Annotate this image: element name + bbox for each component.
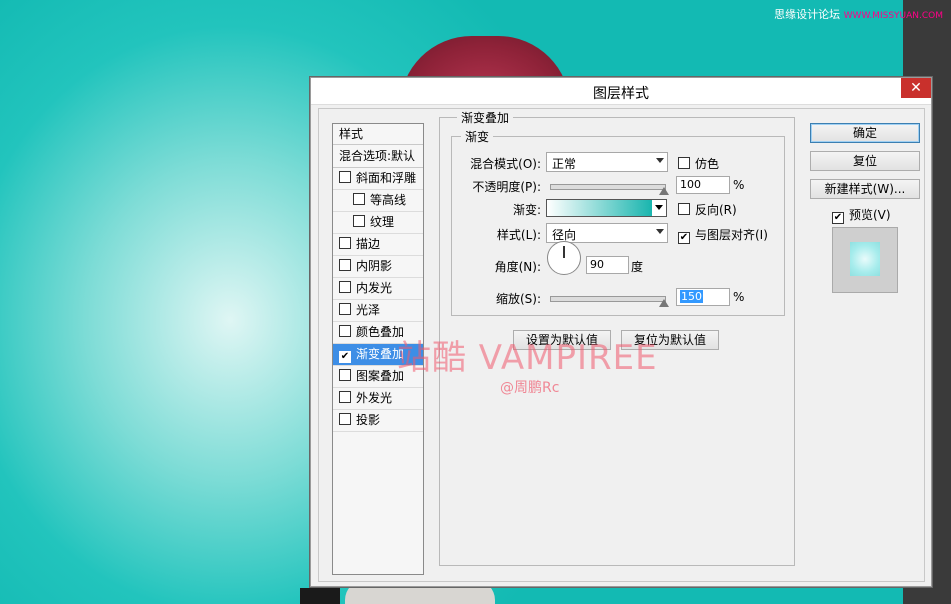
checkbox-icon[interactable] — [339, 391, 351, 403]
style-label: 样式(L): — [496, 228, 541, 242]
checkbox-icon[interactable] — [339, 281, 351, 293]
dialog-title: 图层样式 — [593, 86, 649, 102]
gradient-label: 渐变: — [512, 203, 541, 217]
style-list-item[interactable]: 光泽 — [333, 300, 423, 322]
opacity-input[interactable]: 100 — [676, 176, 730, 194]
style-list-item[interactable]: 外发光 — [333, 388, 423, 410]
blend-options-item[interactable]: 混合选项:默认 — [333, 145, 423, 168]
angle-dial[interactable] — [547, 241, 581, 275]
scale-slider[interactable] — [550, 296, 669, 307]
angle-label: 角度(N): — [494, 260, 541, 274]
style-list-item-label: 描边 — [356, 237, 381, 251]
checkbox-icon[interactable] — [353, 193, 365, 205]
style-list-item[interactable]: 描边 — [333, 234, 423, 256]
opacity-slider[interactable] — [550, 184, 669, 195]
checkbox-icon: ✔ — [832, 212, 844, 224]
scale-label: 缩放(S): — [495, 292, 541, 306]
style-list-item[interactable]: 投影 — [333, 410, 423, 432]
checkbox-icon[interactable] — [339, 303, 351, 315]
slider-thumb[interactable] — [659, 187, 669, 195]
ok-button[interactable]: 确定 — [810, 123, 920, 143]
style-list-header[interactable]: 样式 — [333, 124, 423, 145]
checkbox-icon[interactable] — [353, 215, 365, 227]
style-list-item[interactable]: 等高线 — [333, 190, 423, 212]
align-with-layer-checkbox[interactable]: ✔ 与图层对齐(I) — [678, 226, 768, 244]
slider-thumb[interactable] — [659, 299, 669, 307]
gradient-swatch[interactable] — [546, 199, 653, 217]
overlay-watermark-author: @周鹏Rc — [500, 380, 560, 396]
checkbox-icon — [678, 157, 690, 169]
gradient-group-title: 渐变 — [461, 128, 494, 145]
model-dark-clothing — [300, 588, 340, 604]
reset-button[interactable]: 复位 — [810, 151, 920, 171]
overlay-watermark: 站酷 VAMPIREE — [397, 338, 658, 378]
scale-input[interactable]: 150 — [676, 288, 730, 306]
checkbox-icon[interactable] — [339, 413, 351, 425]
new-style-button[interactable]: 新建样式(W)... — [810, 179, 920, 199]
scale-unit: % — [733, 290, 745, 304]
style-list-item[interactable]: 内阴影 — [333, 256, 423, 278]
style-select[interactable]: 径向 — [546, 223, 668, 243]
site-watermark: 思缘设计论坛 WWW.MISSYUAN.COM — [774, 8, 943, 21]
blend-mode-select[interactable]: 正常 — [546, 152, 668, 172]
blend-mode-label: 混合模式(O): — [470, 157, 541, 171]
gradient-picker-arrow[interactable] — [652, 199, 667, 217]
opacity-unit: % — [733, 178, 745, 192]
dialog-titlebar[interactable]: 图层样式 ✕ — [311, 78, 931, 105]
close-button[interactable]: ✕ — [901, 78, 931, 98]
checkbox-icon[interactable] — [339, 259, 351, 271]
section-title: 渐变叠加 — [457, 109, 514, 126]
style-preview-thumbnail — [832, 227, 898, 293]
checkbox-icon[interactable]: ✔ — [339, 351, 351, 363]
angle-unit: 度 — [631, 260, 644, 274]
checkbox-icon[interactable] — [339, 237, 351, 249]
angle-input[interactable]: 90 — [586, 256, 629, 274]
preview-checkbox[interactable]: ✔ 预览(V) — [832, 206, 891, 224]
style-list-item-label: 外发光 — [356, 391, 393, 405]
checkbox-icon[interactable] — [339, 171, 351, 183]
opacity-label: 不透明度(P): — [472, 180, 541, 194]
dither-checkbox[interactable]: 仿色 — [678, 155, 719, 172]
checkbox-icon[interactable] — [339, 369, 351, 381]
style-list-item-label: 等高线 — [370, 193, 407, 207]
style-list-item[interactable]: 内发光 — [333, 278, 423, 300]
style-list-item-label: 纹理 — [370, 215, 395, 229]
checkbox-icon — [678, 203, 690, 215]
style-list-item-label: 内阴影 — [356, 259, 393, 273]
checkbox-icon[interactable] — [339, 325, 351, 337]
style-list-item-label: 内发光 — [356, 281, 393, 295]
chevron-down-icon — [656, 229, 664, 234]
checkbox-icon: ✔ — [678, 232, 690, 244]
style-list-item[interactable]: 纹理 — [333, 212, 423, 234]
reverse-checkbox[interactable]: 反向(R) — [678, 201, 737, 218]
style-list-item-label: 光泽 — [356, 303, 381, 317]
style-list-item-label: 斜面和浮雕 — [356, 171, 417, 185]
style-list-item-label: 投影 — [356, 413, 381, 427]
chevron-down-icon — [656, 158, 664, 163]
preview-swatch — [850, 242, 880, 276]
style-list-item[interactable]: 斜面和浮雕 — [333, 168, 423, 190]
